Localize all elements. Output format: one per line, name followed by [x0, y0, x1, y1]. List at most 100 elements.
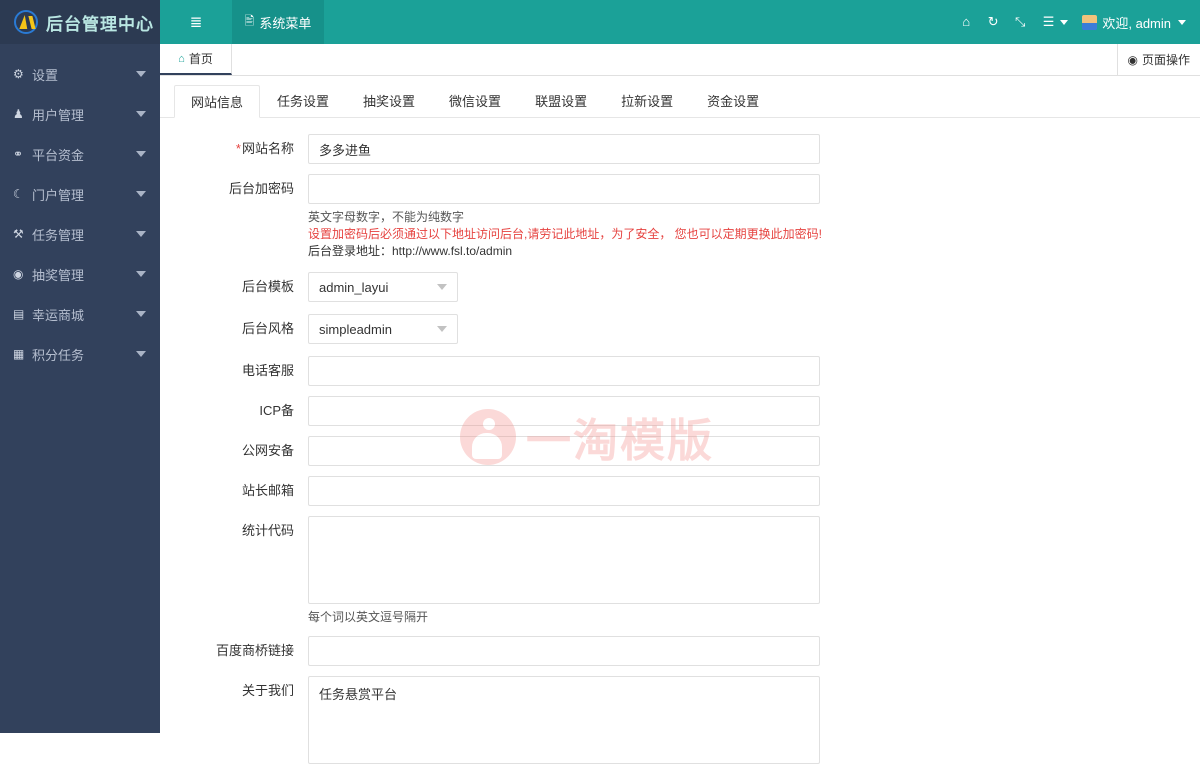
- sidebar-item-label: 幸运商城: [32, 305, 136, 324]
- label-webmaster-mail: 站长邮箱: [160, 476, 308, 506]
- stats-code-hint: 每个词以英文逗号隔开: [308, 604, 1008, 626]
- tab-alliance-settings[interactable]: 联盟设置: [518, 84, 604, 117]
- system-menu-label: 系统菜单: [259, 13, 311, 32]
- form-row-admin-style: 后台风格 simpleadmin: [160, 314, 1200, 344]
- chevron-down-icon: [136, 271, 146, 277]
- admin-password-hint-1: 英文字母数字，不能为纯数字: [308, 204, 1008, 226]
- user-menu-button[interactable]: 欢迎, admin: [1082, 13, 1186, 32]
- tab-website-info[interactable]: 网站信息: [174, 85, 260, 118]
- fullscreen-icon[interactable]: ⤡: [1007, 0, 1034, 44]
- chevron-down-icon: [136, 311, 146, 317]
- topbar-spacer: [324, 0, 953, 44]
- website-info-form: 一淘模版 *网站名称 后台加密码 英文字母数字，不能为纯数字 设置加密码后必须通…: [160, 118, 1200, 764]
- required-mark: *: [236, 141, 241, 156]
- content-area: ⌂ 首页 ◉ 页面操作 网站信息 任务设置 抽奖设置 微信设置 联盟设置 拉新设…: [160, 44, 1200, 733]
- sidebar-item-label: 平台资金: [32, 145, 136, 164]
- sidebar-item-points-task[interactable]: ▦ 积分任务: [0, 334, 160, 374]
- admin-style-select[interactable]: simpleadmin: [308, 314, 458, 344]
- form-row-site-name: *网站名称: [160, 134, 1200, 164]
- chevron-down-icon: [136, 71, 146, 77]
- chevron-down-icon: [136, 191, 146, 197]
- sidebar-item-lucky-mall[interactable]: ▤ 幸运商城: [0, 294, 160, 334]
- bank-icon: ⚭: [13, 147, 32, 161]
- admin-password-hint-red: 设置加密码后必须通过以下地址访问后台,请劳记此地址，为了安全， 您也可以定期更换…: [308, 226, 1008, 243]
- form-row-webmaster-mail: 站长邮箱: [160, 476, 1200, 506]
- cart-icon: ▤: [13, 307, 32, 321]
- sidebar-toggle-button[interactable]: ≣: [160, 0, 232, 44]
- tab-referral-settings[interactable]: 拉新设置: [604, 84, 690, 117]
- list-icon: ≣: [190, 13, 203, 31]
- user-label: 欢迎, admin: [1102, 13, 1171, 32]
- sidebar-item-label: 积分任务: [32, 345, 136, 364]
- brand-logo[interactable]: 后台管理中心: [0, 0, 160, 44]
- chevron-down-icon: [136, 111, 146, 117]
- label-admin-style: 后台风格: [160, 314, 308, 344]
- form-row-gongwang: 公网安备: [160, 436, 1200, 466]
- label-phone-service: 电话客服: [160, 356, 308, 386]
- baidu-bridge-input[interactable]: [308, 636, 820, 666]
- icp-input[interactable]: [308, 396, 820, 426]
- sidebar-item-platform-funds[interactable]: ⚭ 平台资金: [0, 134, 160, 174]
- form-row-baidu-bridge: 百度商桥链接: [160, 636, 1200, 666]
- sidebar-item-lottery-management[interactable]: ◉ 抽奖管理: [0, 254, 160, 294]
- page-action-label: 页面操作: [1142, 51, 1190, 68]
- system-menu-tab[interactable]: 🖹 系统菜单: [232, 0, 324, 44]
- sidebar-item-portal-management[interactable]: ☾ 门户管理: [0, 174, 160, 214]
- stats-code-textarea[interactable]: [308, 516, 820, 604]
- top-bar: 后台管理中心 ≣ 🖹 系统菜单 ⌂ ↻ ⤡ ☰ 欢迎, admin: [0, 0, 1200, 44]
- sidebar-item-user-management[interactable]: ♟ 用户管理: [0, 94, 160, 134]
- tab-lottery-settings[interactable]: 抽奖设置: [346, 84, 432, 117]
- label-gongwang: 公网安备: [160, 436, 308, 466]
- chevron-down-icon: [136, 231, 146, 237]
- chevron-down-icon: [1178, 20, 1186, 25]
- grid-icon: ▦: [13, 347, 32, 361]
- brand-title: 后台管理中心: [46, 10, 154, 35]
- sidebar-item-settings[interactable]: ⚙ 设置: [0, 54, 160, 94]
- gongwang-input[interactable]: [308, 436, 820, 466]
- chevron-down-icon: [136, 351, 146, 357]
- page-tab-spacer: [232, 44, 1117, 75]
- admin-password-hint-2: 后台登录地址：http://www.fsl.to/admin: [308, 243, 1008, 260]
- page-tab-bar: ⌂ 首页 ◉ 页面操作: [160, 44, 1200, 76]
- dot-circle-icon: ◉: [1128, 53, 1138, 67]
- label-stats-code: 统计代码: [160, 516, 308, 626]
- tab-wechat-settings[interactable]: 微信设置: [432, 84, 518, 117]
- avatar-icon: [1082, 15, 1097, 30]
- phone-service-input[interactable]: [308, 356, 820, 386]
- page-tab-label: 首页: [189, 50, 213, 67]
- chevron-down-icon: [437, 284, 447, 290]
- moon-icon: ☾: [13, 187, 32, 201]
- page-action-button[interactable]: ◉ 页面操作: [1117, 44, 1200, 75]
- refresh-icon[interactable]: ↻: [980, 0, 1007, 44]
- about-us-textarea[interactable]: 任务悬赏平台: [308, 676, 820, 764]
- admin-template-value: admin_layui: [319, 280, 388, 295]
- sidebar-item-label: 抽奖管理: [32, 265, 136, 284]
- form-row-admin-password: 后台加密码 英文字母数字，不能为纯数字 设置加密码后必须通过以下地址访问后台,请…: [160, 174, 1200, 260]
- tab-funds-settings[interactable]: 资金设置: [690, 84, 776, 117]
- admin-style-value: simpleadmin: [319, 322, 392, 337]
- site-name-input[interactable]: [308, 134, 820, 164]
- webmaster-mail-input[interactable]: [308, 476, 820, 506]
- sidebar-item-task-management[interactable]: ⚒ 任务管理: [0, 214, 160, 254]
- home-icon: ⌂: [178, 53, 185, 65]
- page-tab-home[interactable]: ⌂ 首页: [160, 44, 232, 75]
- bars-menu-button[interactable]: ☰: [1043, 14, 1069, 30]
- sidebar-item-label: 门户管理: [32, 185, 136, 204]
- form-row-phone-service: 电话客服: [160, 356, 1200, 386]
- chevron-down-icon: [1060, 20, 1068, 25]
- label-about-us: 关于我们: [160, 676, 308, 764]
- tab-task-settings[interactable]: 任务设置: [260, 84, 346, 117]
- task-icon: ⚒: [13, 227, 32, 241]
- form-row-stats-code: 统计代码 每个词以英文逗号隔开: [160, 516, 1200, 626]
- admin-password-input[interactable]: [308, 174, 820, 204]
- label-admin-password: 后台加密码: [160, 174, 308, 260]
- chevron-down-icon: [437, 326, 447, 332]
- form-row-icp: ICP备: [160, 396, 1200, 426]
- label-icp: ICP备: [160, 396, 308, 426]
- home-icon[interactable]: ⌂: [953, 0, 980, 44]
- form-row-admin-template: 后台模板 admin_layui: [160, 272, 1200, 302]
- id-card-icon: 🖹: [245, 12, 255, 33]
- admin-template-select[interactable]: admin_layui: [308, 272, 458, 302]
- topbar-actions: ⌂ ↻ ⤡ ☰ 欢迎, admin: [953, 0, 1200, 44]
- users-icon: ♟: [13, 107, 32, 121]
